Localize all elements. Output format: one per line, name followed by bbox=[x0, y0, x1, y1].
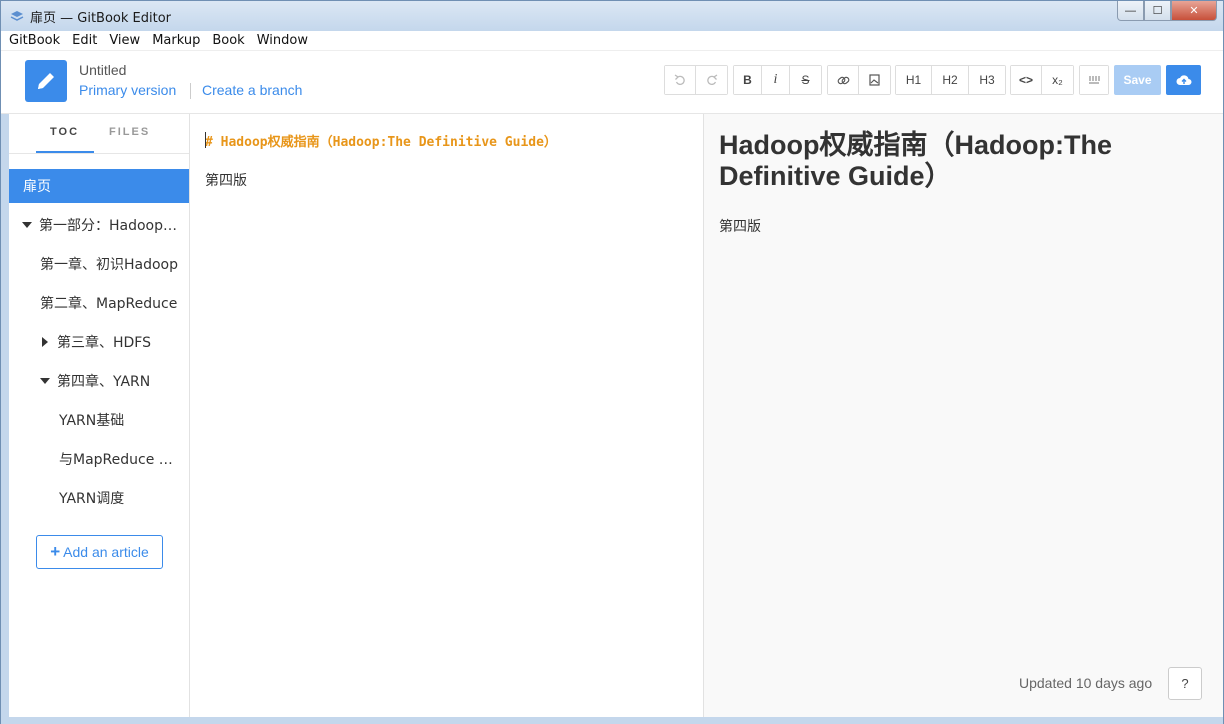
toc-item-label: 第三章、HDFS bbox=[57, 335, 152, 351]
insert-group bbox=[827, 65, 891, 95]
sidebar-tabs: TOC FILES bbox=[9, 114, 189, 154]
menu-edit[interactable]: Edit bbox=[66, 33, 103, 48]
minimize-icon: — bbox=[1125, 4, 1136, 17]
menu-bar: GitBook Edit View Markup Book Window bbox=[1, 31, 1223, 51]
close-icon: ✕ bbox=[1189, 5, 1199, 17]
more-group bbox=[1079, 65, 1109, 95]
toc-item-yarn-scheduling[interactable]: YARN调度 bbox=[9, 481, 189, 515]
menu-window[interactable]: Window bbox=[251, 33, 314, 48]
header-divider bbox=[190, 83, 191, 99]
code-button[interactable]: <> bbox=[1011, 66, 1042, 94]
create-branch-link[interactable]: Create a branch bbox=[202, 82, 302, 98]
updated-status: Updated 10 days ago bbox=[1019, 675, 1153, 691]
heading-group: H1 H2 H3 bbox=[895, 65, 1006, 95]
toc-item-label: 第四章、YARN bbox=[57, 374, 151, 390]
toc-item-vs-mapreduce[interactable]: 与MapReduce 1… bbox=[9, 442, 189, 476]
more-button[interactable] bbox=[1080, 66, 1108, 94]
gitbook-app-icon bbox=[10, 9, 24, 23]
window-title: 扉页 — GitBook Editor bbox=[30, 10, 172, 26]
help-icon: ? bbox=[1181, 676, 1189, 691]
toc-item-yarn-basics[interactable]: YARN基础 bbox=[9, 403, 189, 437]
toc-item-chapter-3[interactable]: 第三章、HDFS bbox=[9, 325, 189, 359]
bold-button[interactable]: B bbox=[734, 66, 762, 94]
book-logo[interactable] bbox=[25, 60, 67, 102]
add-article-label: Add an article bbox=[63, 544, 149, 560]
toc-item-label: 第二章、MapReduce bbox=[40, 296, 178, 312]
h1-button[interactable]: H1 bbox=[896, 66, 932, 94]
cloud-upload-icon bbox=[1176, 75, 1191, 85]
caret-down-icon[interactable] bbox=[39, 378, 51, 384]
subscript-button[interactable]: x₂ bbox=[1042, 66, 1073, 94]
h3-button[interactable]: H3 bbox=[969, 66, 1005, 94]
plus-icon: + bbox=[50, 542, 61, 561]
toc-item-label: 与MapReduce 1… bbox=[59, 452, 179, 468]
link-button[interactable] bbox=[828, 66, 859, 94]
preview-pane: Hadoop权威指南（Hadoop:The Definitive Guide） … bbox=[704, 114, 1223, 717]
caret-down-icon[interactable] bbox=[21, 222, 33, 228]
close-button[interactable]: ✕ bbox=[1171, 1, 1217, 21]
sync-button[interactable] bbox=[1166, 65, 1201, 95]
toc-item-chapter-4[interactable]: 第四章、YARN bbox=[9, 364, 189, 398]
link-icon bbox=[837, 76, 849, 84]
menu-gitbook[interactable]: GitBook bbox=[1, 33, 66, 48]
italic-button[interactable]: i bbox=[762, 66, 790, 94]
redo-icon bbox=[706, 74, 717, 86]
caret-right-icon[interactable] bbox=[39, 337, 51, 347]
editor-paragraph[interactable]: 第四版 bbox=[205, 170, 247, 190]
format-group: B i S bbox=[733, 65, 822, 95]
menu-book[interactable]: Book bbox=[206, 33, 250, 48]
window-bottom-edge bbox=[1, 717, 1223, 724]
book-title: Untitled bbox=[79, 62, 127, 78]
preview-title: Hadoop权威指南（Hadoop:The Definitive Guide） bbox=[719, 130, 1112, 191]
sidebar: TOC FILES 扉页 第一部分：Hadoop… 第一章、初识Hadoop 第… bbox=[9, 114, 190, 717]
undo-button[interactable] bbox=[665, 66, 696, 94]
active-tab-indicator bbox=[36, 151, 94, 153]
minimize-button[interactable]: — bbox=[1117, 1, 1144, 21]
toc-item-label: YARN调度 bbox=[59, 491, 125, 507]
add-article-button[interactable]: + Add an article bbox=[36, 535, 163, 569]
app-window: 扉页 — GitBook Editor — ☐ ✕ GitBook Edit V… bbox=[0, 0, 1224, 724]
pencil-icon bbox=[38, 73, 54, 89]
toc-item-label: YARN基础 bbox=[59, 413, 125, 429]
title-bar: 扉页 — GitBook Editor — ☐ ✕ bbox=[1, 1, 1223, 31]
preview-paragraph: 第四版 bbox=[719, 219, 761, 235]
image-button[interactable] bbox=[859, 66, 890, 94]
toc-item-label: 第一部分：Hadoop… bbox=[39, 218, 178, 234]
markdown-editor[interactable]: # Hadoop权威指南（Hadoop:The Definitive Guide… bbox=[190, 114, 704, 717]
maximize-button[interactable]: ☐ bbox=[1144, 1, 1171, 21]
editor-heading-line[interactable]: # Hadoop权威指南（Hadoop:The Definitive Guide… bbox=[205, 131, 557, 150]
toc-item-chapter-1[interactable]: 第一章、初识Hadoop bbox=[9, 247, 189, 281]
tab-files[interactable]: FILES bbox=[109, 126, 150, 138]
menu-view[interactable]: View bbox=[103, 33, 146, 48]
primary-version-link[interactable]: Primary version bbox=[79, 82, 176, 98]
toc-item-part-one[interactable]: 第一部分：Hadoop… bbox=[9, 208, 189, 242]
menu-markup[interactable]: Markup bbox=[146, 33, 206, 48]
toc-item-label: 扉页 bbox=[23, 179, 51, 195]
save-button[interactable]: Save bbox=[1114, 65, 1161, 95]
window-controls: — ☐ ✕ bbox=[1117, 1, 1217, 21]
h2-button[interactable]: H2 bbox=[932, 66, 969, 94]
image-icon bbox=[869, 74, 880, 86]
history-group bbox=[664, 65, 728, 95]
toc-item-cover[interactable]: 扉页 bbox=[9, 169, 189, 203]
window-left-edge bbox=[1, 114, 9, 717]
text-cursor bbox=[205, 132, 206, 148]
more-icon bbox=[1089, 76, 1100, 84]
toc-item-label: 第一章、初识Hadoop bbox=[40, 257, 179, 273]
tab-toc[interactable]: TOC bbox=[50, 126, 79, 138]
strikethrough-button[interactable]: S bbox=[790, 66, 821, 94]
maximize-icon: ☐ bbox=[1152, 5, 1163, 17]
help-button[interactable]: ? bbox=[1168, 667, 1202, 700]
editor-header: Untitled Primary version Create a branch… bbox=[1, 51, 1223, 114]
undo-icon bbox=[674, 74, 685, 86]
redo-button[interactable] bbox=[696, 66, 727, 94]
code-group: <> x₂ bbox=[1010, 65, 1074, 95]
toc-item-chapter-2[interactable]: 第二章、MapReduce bbox=[9, 286, 189, 320]
